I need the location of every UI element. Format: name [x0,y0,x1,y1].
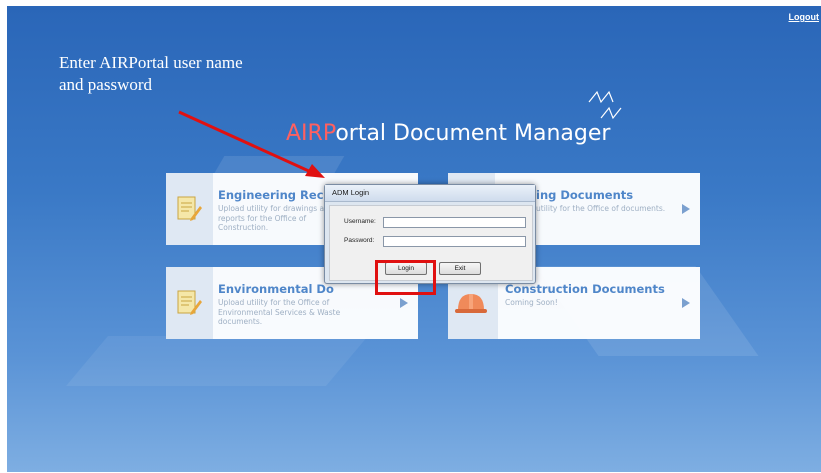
password-label: Password: [344,237,375,244]
password-field[interactable] [383,236,526,247]
username-field[interactable] [383,217,526,228]
portal-screen: Logout Enter AIRPortal user name and pas… [7,6,821,472]
exit-button[interactable]: Exit [439,262,481,275]
dialog-titlebar[interactable]: ADM Login [325,185,535,202]
login-highlight-box [375,260,436,295]
dialog-title: ADM Login [332,188,370,197]
username-label: Username: [344,218,376,225]
